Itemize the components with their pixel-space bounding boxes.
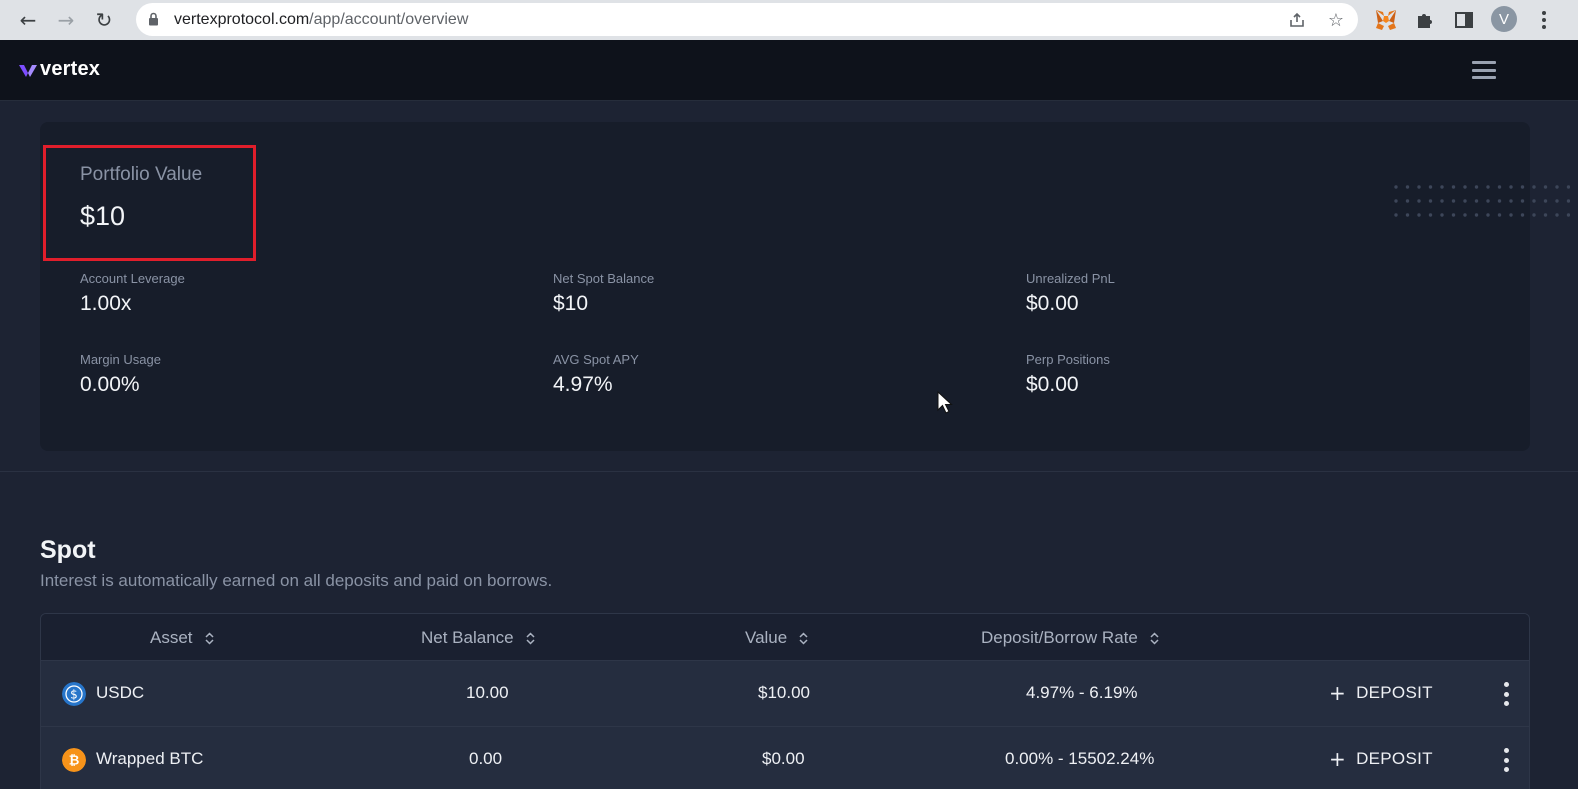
net-balance: 0.00 <box>469 749 503 768</box>
column-header-label: Asset <box>150 628 193 647</box>
app-header: vertex <box>0 40 1578 101</box>
deposit-button[interactable]: + DEPOSIT <box>1329 747 1433 771</box>
table-row[interactable]: $ USDC 10.00 $10.00 4.97% - 6.19% + DEPO… <box>41 661 1529 727</box>
account-overview: Portfolio Value $10 Account Leverage 1.0… <box>0 101 1578 789</box>
asset-name: USDC <box>96 683 145 702</box>
column-header-deposit-borrow-rate[interactable]: Deposit/Borrow Rate <box>981 628 1159 648</box>
sort-icon <box>799 631 808 645</box>
profile-avatar[interactable]: V <box>1491 6 1517 32</box>
side-panel-icon[interactable] <box>1451 7 1477 33</box>
sort-icon <box>205 631 214 645</box>
url-path: /app/account/overview <box>309 11 469 28</box>
deposit-borrow-rate: 4.97% - 6.19% <box>1026 683 1138 702</box>
asset-value: $0.00 <box>762 749 805 768</box>
section-divider <box>0 471 1578 472</box>
spot-section-subtitle: Interest is automatically earned on all … <box>40 571 553 590</box>
share-icon[interactable] <box>1286 9 1308 31</box>
forward-arrow-icon[interactable]: → <box>52 6 80 34</box>
deposit-button[interactable]: + DEPOSIT <box>1329 681 1433 705</box>
account-leverage-value: 1.00x <box>80 292 132 315</box>
more-options-icon[interactable] <box>1502 748 1510 772</box>
sort-icon <box>1150 631 1159 645</box>
table-row[interactable]: ₿ Wrapped BTC 0.00 $0.00 0.00% - 15502.2… <box>41 727 1529 789</box>
spot-table: Asset Net Balance Value Deposit/Borrow R… <box>40 613 1530 789</box>
usdc-icon: $ <box>62 682 86 706</box>
column-header-label: Deposit/Borrow Rate <box>981 628 1138 647</box>
portfolio-highlight-box <box>43 145 256 261</box>
net-spot-balance-value: $10 <box>553 292 589 315</box>
portfolio-value-label: Portfolio Value <box>80 164 203 185</box>
sort-icon <box>526 631 535 645</box>
asset-name: Wrapped BTC <box>96 749 204 768</box>
url-host: vertexprotocol.com <box>174 11 310 28</box>
net-balance: 10.00 <box>466 683 509 702</box>
mouse-cursor-icon <box>937 391 953 414</box>
svg-text:₿: ₿ <box>69 754 80 769</box>
spot-table-header: Asset Net Balance Value Deposit/Borrow R… <box>41 614 1529 661</box>
address-bar[interactable]: vertexprotocol.com/app/account/overview … <box>136 3 1358 36</box>
deposit-borrow-rate: 0.00% - 15502.24% <box>1005 749 1155 768</box>
extensions-puzzle-icon[interactable] <box>1412 7 1438 33</box>
avg-spot-apy-value: 4.97% <box>553 373 613 396</box>
star-icon[interactable]: ☆ <box>1325 9 1347 31</box>
perp-positions-label: Perp Positions <box>1026 352 1110 367</box>
perp-positions-value: $0.00 <box>1026 373 1079 396</box>
column-header-value[interactable]: Value <box>745 628 808 648</box>
browser-toolbar: ← → ↻ vertexprotocol.com/app/account/ove… <box>0 0 1578 40</box>
lock-icon <box>149 12 158 26</box>
margin-usage-label: Margin Usage <box>80 352 161 367</box>
deposit-label: DEPOSIT <box>1356 683 1433 702</box>
margin-usage-value: 0.00% <box>80 373 140 396</box>
net-spot-balance-label: Net Spot Balance <box>553 271 655 286</box>
unrealized-pnl-value: $0.00 <box>1026 292 1079 315</box>
vertex-logo-icon <box>19 64 37 77</box>
account-leverage-label: Account Leverage <box>80 271 185 286</box>
plus-icon: + <box>1329 681 1347 705</box>
portfolio-value: $10 <box>80 201 126 231</box>
asset-value: $10.00 <box>758 683 810 702</box>
hamburger-menu-icon[interactable] <box>1472 61 1496 79</box>
logo-text: vertex <box>40 58 101 80</box>
back-arrow-icon[interactable]: ← <box>14 6 42 34</box>
column-header-net-balance[interactable]: Net Balance <box>421 628 535 648</box>
reload-icon[interactable]: ↻ <box>90 6 118 34</box>
more-options-icon[interactable] <box>1502 682 1510 706</box>
plus-icon: + <box>1329 747 1347 771</box>
svg-text:$: $ <box>70 688 78 702</box>
avg-spot-apy-label: AVG Spot APY <box>553 352 639 367</box>
summary-card <box>40 122 1570 451</box>
column-header-label: Value <box>745 628 788 647</box>
column-header-label: Net Balance <box>421 628 514 647</box>
unrealized-pnl-label: Unrealized PnL <box>1026 271 1115 286</box>
decorative-dots <box>1394 185 1570 217</box>
browser-menu-icon[interactable] <box>1534 6 1554 34</box>
deposit-label: DEPOSIT <box>1356 749 1433 768</box>
metamask-icon[interactable] <box>1373 7 1399 33</box>
url-text: vertexprotocol.com/app/account/overview <box>174 11 468 29</box>
bitcoin-icon: ₿ <box>62 748 86 772</box>
vertex-logo[interactable]: vertex <box>19 58 100 81</box>
column-header-asset[interactable]: Asset <box>150 628 214 648</box>
spot-section-title: Spot <box>40 536 96 564</box>
